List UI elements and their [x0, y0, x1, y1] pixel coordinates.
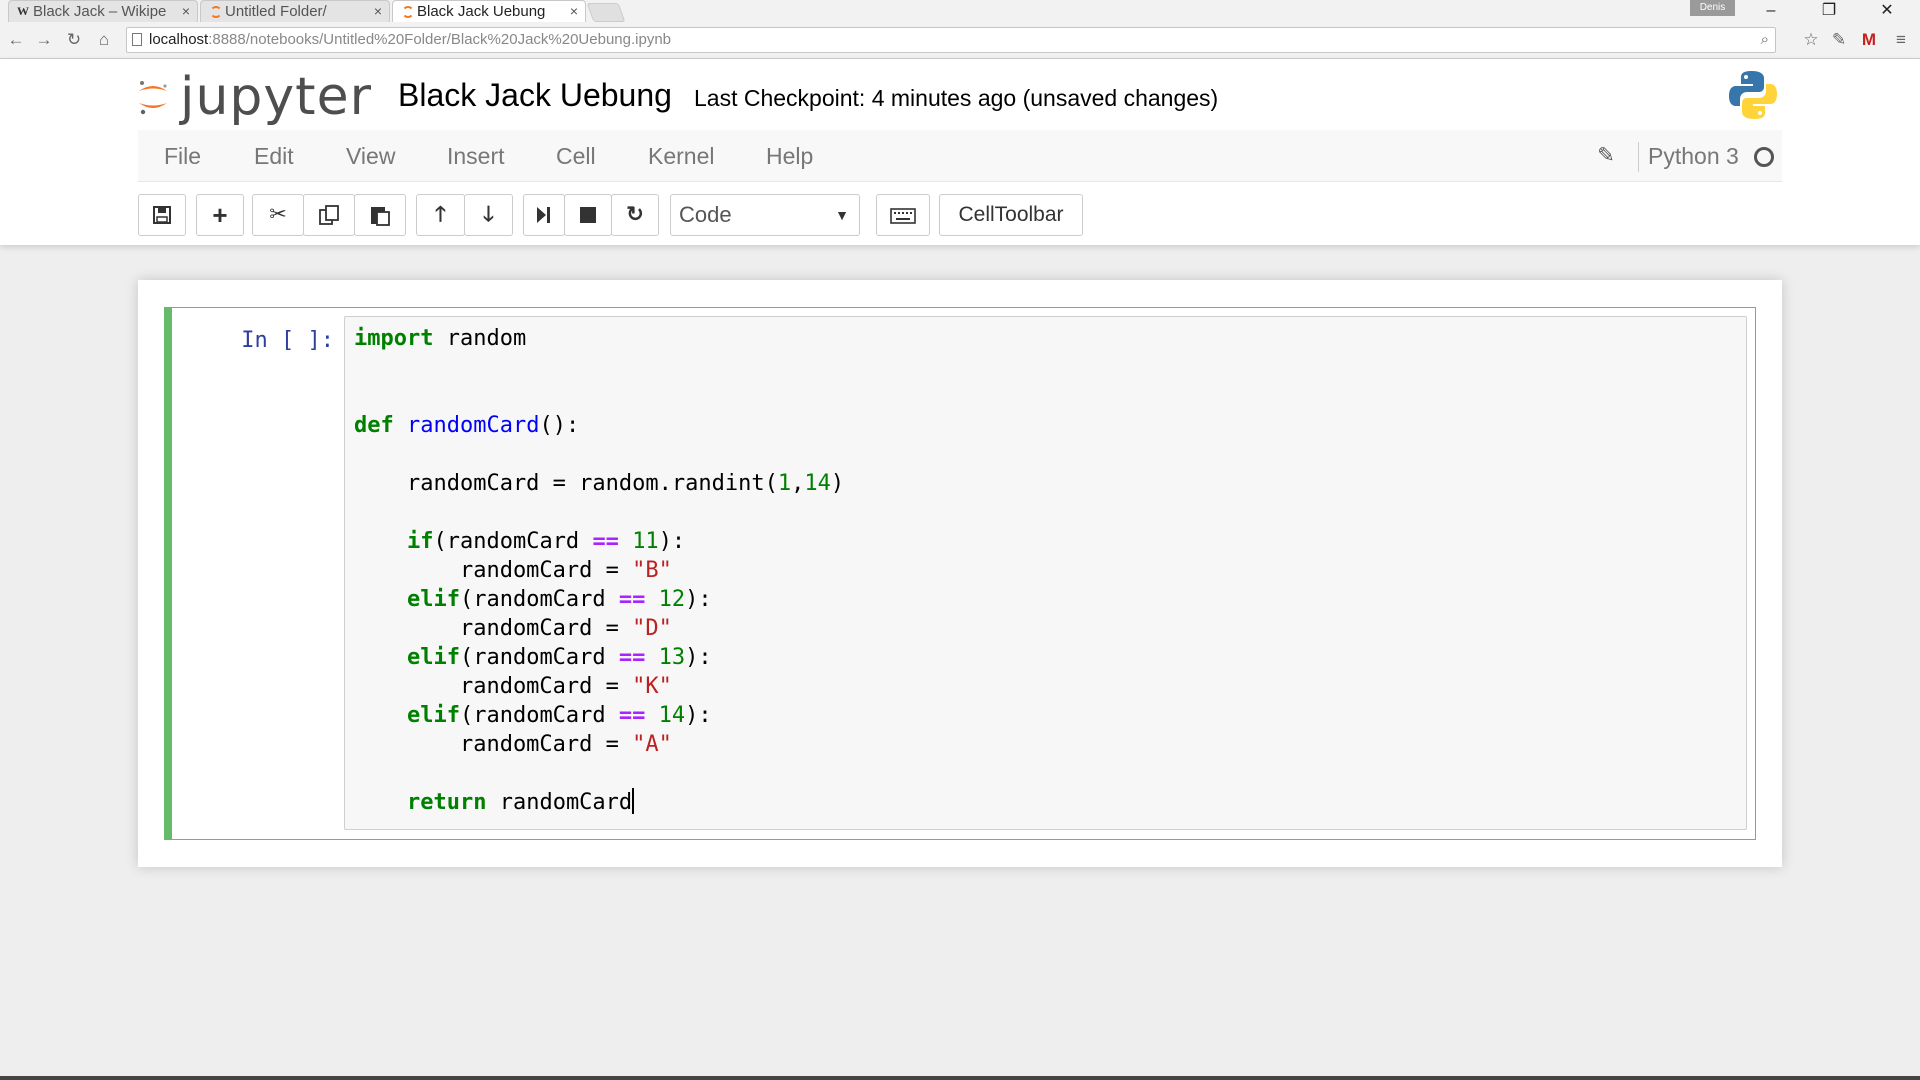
cut-icon: ✂ [269, 203, 287, 226]
input-prompt: In [ ]: [241, 328, 334, 353]
menu-divider [1638, 142, 1639, 172]
url-path: :8888/notebooks/Untitled%20Folder/Black%… [208, 31, 671, 48]
restart-icon: ↻ [626, 203, 644, 226]
text-cursor [632, 788, 635, 814]
code-line: randomCard = "B" [354, 558, 672, 583]
stop-icon [580, 207, 596, 223]
jupyter-icon [210, 6, 222, 18]
save-button[interactable] [138, 194, 186, 236]
menu-file[interactable]: File [164, 130, 201, 182]
tab-title: Untitled Folder/ [225, 3, 327, 20]
code-block[interactable]: import random def randomCard(): randomCa… [354, 324, 844, 817]
url-input[interactable]: localhost:8888/notebooks/Untitled%20Fold… [126, 27, 1776, 53]
menu-kernel[interactable]: Kernel [648, 130, 714, 182]
menu-edit[interactable]: Edit [254, 130, 294, 182]
menu-bar: File Edit View Insert Cell Kernel Help ✎… [138, 130, 1782, 182]
browser-address-bar: ← → ↻ ⌂ localhost:8888/notebooks/Untitle… [0, 22, 1920, 59]
tab-close-icon[interactable]: × [374, 1, 382, 22]
jupyter-icon [402, 6, 414, 18]
cell-type-select[interactable]: Code ▼ [670, 194, 860, 236]
tab-close-icon[interactable]: × [570, 1, 578, 22]
browser-tab-strip: W Black Jack – Wikipe × Untitled Folder/… [0, 0, 1920, 22]
add-cell-icon: + [212, 200, 228, 230]
reload-icon[interactable]: ↻ [64, 30, 84, 50]
code-line: return randomCard [406, 788, 635, 815]
code-line: elif(randomCard == 14): [406, 703, 712, 728]
wikipedia-icon: W [17, 4, 29, 18]
copy-icon [319, 205, 339, 225]
kernel-idle-indicator [1754, 147, 1774, 167]
jupyter-header: jupyter Black Jack Uebung Last Checkpoin… [0, 59, 1920, 245]
celltoolbar-button[interactable]: CellToolbar [939, 194, 1083, 236]
menu-cell[interactable]: Cell [556, 130, 596, 182]
code-line: import random [354, 326, 527, 351]
page-icon [132, 33, 142, 46]
taskbar-edge [0, 1076, 1920, 1080]
window-close-icon[interactable]: ✕ [1864, 0, 1910, 22]
restore-icon[interactable]: ❐ [1806, 0, 1852, 22]
notebook-container: In [ ]: import random def randomCard(): … [138, 280, 1782, 867]
save-icon [153, 206, 171, 224]
code-line: randomCard = "K" [354, 674, 672, 699]
chevron-down-icon: ▼ [835, 207, 849, 223]
interrupt-button[interactable] [564, 194, 612, 236]
url-host: localhost [149, 31, 209, 48]
move-down-button[interactable]: 🡓 [464, 194, 513, 236]
code-line: randomCard = "D" [354, 616, 672, 641]
profile-badge[interactable]: Denis [1690, 0, 1735, 16]
zoom-icon[interactable]: ⌕ [1761, 28, 1769, 52]
star-icon[interactable]: ☆ [1800, 29, 1822, 51]
tab-close-icon[interactable]: × [182, 1, 190, 22]
minimize-icon[interactable]: – [1748, 0, 1794, 22]
menu-help[interactable]: Help [766, 130, 813, 182]
browser-tab-wikipedia[interactable]: W Black Jack – Wikipe × [8, 0, 198, 22]
cell-type-value: Code [679, 202, 732, 227]
copy-button[interactable] [303, 194, 355, 236]
code-editor[interactable]: import random def randomCard(): randomCa… [344, 316, 1747, 830]
code-cell[interactable]: In [ ]: import random def randomCard(): … [164, 307, 1756, 840]
tab-title: Black Jack – Wikipe [33, 3, 167, 20]
code-line: randomCard = random.randint(1,14) [354, 471, 845, 496]
menu-view[interactable]: View [346, 130, 395, 182]
paste-icon [371, 207, 390, 226]
move-down-icon: 🡓 [483, 203, 494, 226]
checkpoint-status: Last Checkpoint: 4 minutes ago (unsaved … [694, 85, 1219, 111]
menu-insert[interactable]: Insert [447, 130, 505, 182]
move-up-button[interactable]: 🡑 [416, 194, 465, 236]
paste-button[interactable] [354, 194, 406, 236]
run-icon [537, 207, 550, 223]
move-up-icon: 🡑 [435, 203, 446, 226]
code-line: randomCard = "A" [354, 732, 672, 757]
browser-tab-black-jack-uebung[interactable]: Black Jack Uebung × [392, 0, 586, 22]
jupyter-logo-icon [139, 81, 167, 115]
kernel-name: Python 3 [1648, 143, 1739, 169]
tab-title: Black Jack Uebung [417, 3, 546, 20]
home-icon[interactable]: ⌂ [94, 30, 114, 50]
back-icon[interactable]: ← [6, 30, 26, 50]
run-button[interactable] [523, 194, 565, 236]
code-line: def randomCard(): [354, 413, 580, 438]
browser-tab-untitled-folder[interactable]: Untitled Folder/ × [200, 0, 390, 22]
code-line: if(randomCard == 11): [406, 529, 686, 554]
pen-extension-icon[interactable]: ✎ [1828, 29, 1850, 51]
jupyter-logo-text: jupyter [180, 67, 372, 127]
keyboard-icon [890, 208, 916, 224]
new-tab-button[interactable] [586, 3, 626, 22]
gmail-icon[interactable]: M [1858, 29, 1880, 51]
forward-icon[interactable]: → [34, 30, 54, 50]
python-logo-icon [1729, 71, 1777, 119]
restart-kernel-button[interactable]: ↻ [611, 194, 659, 236]
edit-pencil-icon[interactable]: ✎ [1594, 144, 1618, 168]
add-cell-button[interactable]: + [196, 194, 244, 236]
command-palette-button[interactable] [876, 194, 930, 236]
code-line: elif(randomCard == 12): [406, 587, 712, 612]
notebook-name[interactable]: Black Jack Uebung [398, 75, 672, 115]
code-line: elif(randomCard == 13): [406, 645, 712, 670]
chrome-menu-icon[interactable]: ≡ [1890, 29, 1912, 51]
cut-button[interactable]: ✂ [252, 194, 304, 236]
